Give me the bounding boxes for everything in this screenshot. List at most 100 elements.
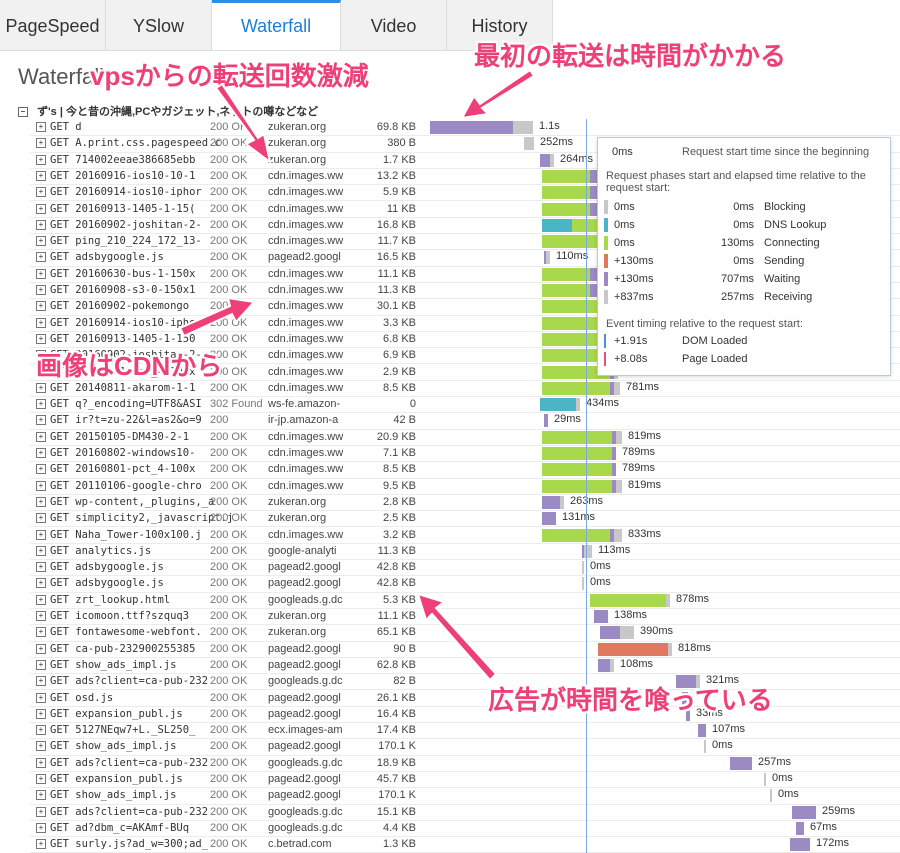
expand-icon[interactable]: + [36,676,46,687]
request-row[interactable]: + GET q?_encoding=UTF8&ASI 302 Found ws-fe.… [30,396,900,414]
tab-video[interactable]: Video [341,0,448,50]
request-row[interactable]: + GET 5127NEqw7+L._SL250_ 200 OK ecx.images… [30,722,900,740]
request-row[interactable]: + GET wp-content,_plugins,_a 200 OK zukeran… [30,494,900,512]
request-row[interactable]: + GET ca-pub-232900255385 200 OK pagead2.go… [30,641,900,658]
request-url[interactable]: GET show_ads_impl.js [50,659,233,671]
expand-icon[interactable]: + [36,203,46,214]
request-url[interactable]: GET Naha_Tower-100x100.j [50,529,233,541]
request-url[interactable]: GET 20160916-ios10-10-1 [50,170,233,182]
waterfall-bar[interactable]: 172ms [422,836,900,852]
request-row[interactable]: + GET simplicity2,_javascript.j 200 OK zuke… [30,510,900,528]
expand-icon[interactable]: + [36,708,46,719]
request-url[interactable]: GET show_ads_impl.js [50,740,233,752]
collapse-icon[interactable]: – [18,107,28,117]
expand-icon[interactable]: + [36,415,46,426]
page-group-header[interactable]: – ず's | 今と昔の沖縄,PCやガジェット,ネットの噂などなど [18,103,318,119]
expand-icon[interactable]: + [36,822,46,833]
request-url[interactable]: GET 20160913-1405-1-150 [50,333,233,345]
request-url[interactable]: GET ping_210_224_172_13- [50,235,233,247]
request-row[interactable]: + GET 20150105-DM430-2-1 200 OK cdn.images.… [30,429,900,446]
expand-icon[interactable]: + [36,594,46,605]
request-url[interactable]: GET 20160914-ios10-ipho [50,317,233,329]
expand-icon[interactable]: + [36,122,46,132]
expand-icon[interactable]: + [36,725,46,736]
waterfall-bar[interactable]: 390ms [422,624,900,640]
expand-icon[interactable]: + [36,301,46,312]
waterfall-bar[interactable]: 263ms [422,494,900,510]
request-row[interactable]: + GET adsbygoogle.js 200 OK pagead2.googl 42… [30,575,900,593]
expand-icon[interactable]: + [36,448,46,458]
request-row[interactable]: + GET 20160801-pct_4-100x 200 OK cdn.images… [30,461,900,479]
request-url[interactable]: GET expansion_publ.js [50,773,233,785]
expand-icon[interactable]: + [36,464,46,475]
request-row[interactable]: + GET ads?client=ca-pub-232 200 OK googlead… [30,755,900,772]
tab-yslow[interactable]: YSlow [106,0,212,50]
request-url[interactable]: GET 20160902-joshitan-2- [50,219,233,231]
request-url[interactable]: GET ir?t=zu-22&l=as2&o=9 [50,414,233,426]
request-url[interactable]: GET 5127NEqw7+L._SL250_ [50,724,233,736]
request-url[interactable]: GET 20160908-s3-0-150x1 [50,284,233,296]
request-url[interactable]: GET 20160801-pct_4-100x [50,463,233,475]
request-url[interactable]: GET fontawesome-webfont. [50,626,233,638]
waterfall-bar[interactable]: 819ms [422,478,900,494]
expand-icon[interactable]: + [36,562,46,573]
waterfall-bar[interactable]: 67ms [422,820,900,836]
request-url[interactable]: GET A.print.css.pagespeed.c [50,137,233,149]
waterfall-bar[interactable]: 138ms [422,608,900,624]
expand-icon[interactable]: + [36,252,46,263]
expand-icon[interactable]: + [36,774,46,784]
expand-icon[interactable]: + [36,806,46,817]
request-url[interactable]: GET expansion_publ.js [50,708,233,720]
expand-icon[interactable]: + [36,317,46,328]
waterfall-bar[interactable]: 0ms [422,575,900,591]
request-url[interactable]: GET icomoon.ttf?szquq3 [50,610,233,622]
request-url[interactable]: GET adsbygoogle.js [50,577,233,589]
expand-icon[interactable]: + [36,643,46,654]
waterfall-bar[interactable]: 833ms [422,527,900,543]
expand-icon[interactable]: + [36,138,46,149]
expand-icon[interactable]: + [36,170,46,181]
request-row[interactable]: + GET zrt_lookup.html 200 OK googleads.g.dc… [30,592,900,609]
request-row[interactable]: + GET surly.js?ad_w=300;ad_ 200 OK c.betrad… [30,836,900,853]
request-url[interactable]: GET simplicity2,_javascript.j [50,512,233,524]
expand-icon[interactable]: + [36,333,46,344]
expand-icon[interactable]: + [36,513,46,524]
waterfall-bar[interactable]: 108ms [422,657,900,673]
waterfall-bar[interactable]: 0ms [422,738,900,754]
request-row[interactable]: + GET ad?dbm_c=AKAmf-BUq 200 OK googleads.g… [30,820,900,838]
waterfall-bar[interactable]: 0ms [422,771,900,787]
request-url[interactable]: GET wp-content,_plugins,_a [50,496,233,508]
request-row[interactable]: + GET analytics.js 200 OK google-analyti 11.… [30,543,900,561]
request-row[interactable]: + GET d 200 OK zukeran.org 69.8 KB 1.1s [30,119,900,137]
request-row[interactable]: + GET expansion_publ.js 200 OK pagead2.goog… [30,771,900,789]
waterfall-bar[interactable]: 107ms [422,722,900,738]
request-url[interactable]: GET q?_encoding=UTF8&ASI [50,398,233,410]
request-row[interactable]: + GET 20160802-windows10- 200 OK cdn.images… [30,445,900,463]
waterfall-bar[interactable]: 0ms [422,787,900,803]
request-row[interactable]: + GET fontawesome-webfont. 200 OK zukeran.o… [30,624,900,642]
request-url[interactable]: GET 20160802-windows10- [50,447,233,459]
request-url[interactable]: GET ad?dbm_c=AKAmf-BUq [50,822,233,834]
expand-icon[interactable]: + [36,285,46,295]
waterfall-bar[interactable]: 29ms [422,412,900,428]
request-url[interactable]: GET show_ads_impl.js [50,789,233,801]
request-row[interactable]: + GET adsbygoogle.js 200 OK pagead2.googl 42… [30,559,900,577]
waterfall-bar[interactable]: 789ms [422,461,900,477]
waterfall-bar[interactable]: 789ms [422,445,900,461]
waterfall-bar[interactable]: 818ms [422,641,900,657]
expand-icon[interactable]: + [36,545,46,556]
expand-icon[interactable]: + [36,790,46,801]
request-row[interactable]: + GET icomoon.ttf?szquq3 200 OK zukeran.org… [30,608,900,626]
request-row[interactable]: + GET show_ads_impl.js 200 OK pagead2.googl… [30,738,900,756]
request-url[interactable]: GET d [50,121,233,133]
request-url[interactable]: GET adsbygoogle.js [50,561,233,573]
expand-icon[interactable]: + [36,529,46,540]
expand-icon[interactable]: + [36,236,46,247]
tab-pagespeed[interactable]: PageSpeed [0,0,106,50]
request-url[interactable]: GET 20110106-google-chro [50,480,233,492]
expand-icon[interactable]: + [36,382,46,393]
request-url[interactable]: GET 714002eeae386685ebb [50,154,233,166]
request-url[interactable]: GET 20160914-ios10-iphor [50,186,233,198]
request-url[interactable]: GET ads?client=ca-pub-232 [50,806,233,818]
request-row[interactable]: + GET Naha_Tower-100x100.j 200 OK cdn.image… [30,527,900,544]
